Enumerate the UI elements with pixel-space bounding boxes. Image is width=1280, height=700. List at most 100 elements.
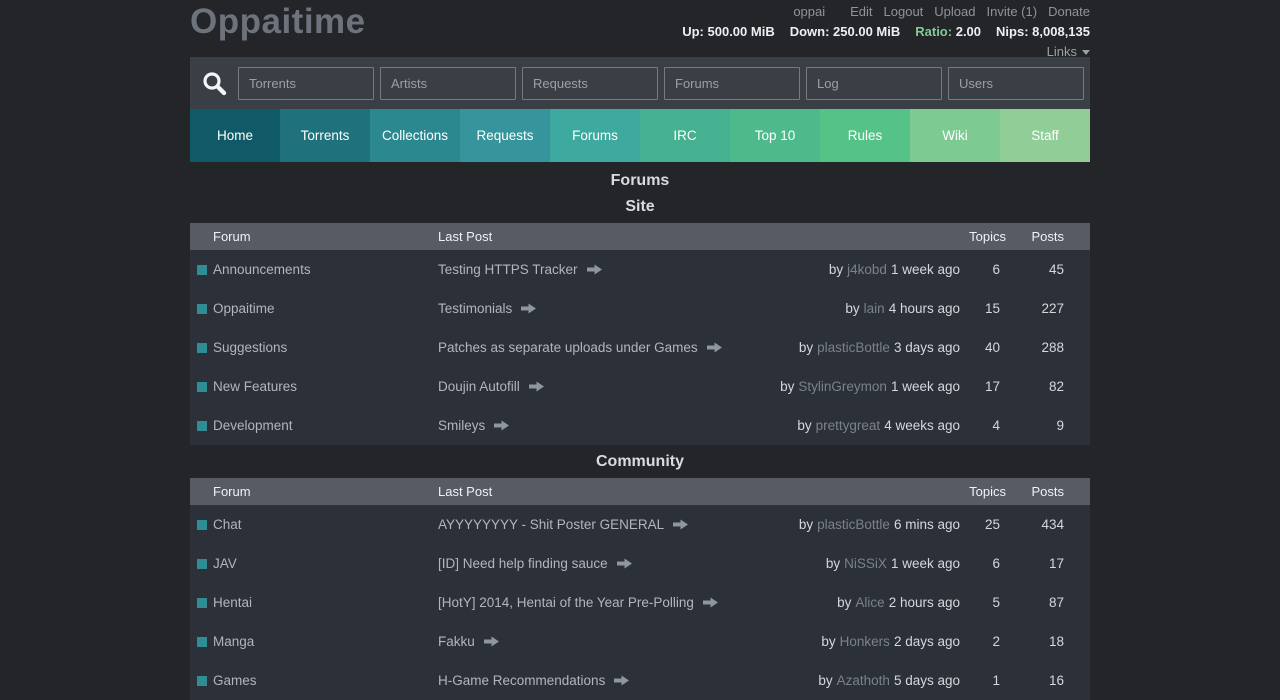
nav-tab-forums[interactable]: Forums xyxy=(550,109,640,162)
links-dropdown[interactable]: Links xyxy=(682,44,1090,60)
forum-link[interactable]: Oppaitime xyxy=(213,301,275,316)
header-link-donate[interactable]: Donate xyxy=(1048,4,1090,19)
last-post-author-link[interactable]: lain xyxy=(864,301,885,316)
header-right: oppai Edit Logout Upload Invite (1) Donate Up… xyxy=(682,4,1090,60)
nav-tab-irc[interactable]: IRC xyxy=(640,109,730,162)
last-post-link[interactable]: Patches as separate uploads under Games xyxy=(438,340,698,355)
last-post-cell: Doujin Autofill by StylinGreymon 1 week ago xyxy=(438,379,960,394)
last-post-link[interactable]: Testing HTTPS Tracker xyxy=(438,262,578,277)
nav-tab-top-10[interactable]: Top 10 xyxy=(730,109,820,162)
posts-count: 227 xyxy=(1041,301,1064,316)
forum-link[interactable]: Hentai xyxy=(213,595,252,610)
posts-count: 17 xyxy=(1048,556,1064,571)
last-post-author-link[interactable]: plasticBottle xyxy=(817,340,890,355)
last-post-author-link[interactable]: Honkers xyxy=(840,634,890,649)
last-post-link[interactable]: Fakku xyxy=(438,634,475,649)
by-label: by xyxy=(818,673,833,688)
username-link[interactable]: oppai xyxy=(793,4,825,19)
search-input-forums[interactable] xyxy=(664,66,800,100)
forum-link[interactable]: Manga xyxy=(213,634,254,649)
last-post-byline: by Alice 2 hours ago xyxy=(837,595,960,610)
go-to-post-arrow-icon[interactable] xyxy=(706,342,722,353)
last-post-author-link[interactable]: j4kobd xyxy=(847,262,887,277)
search-input-requests[interactable] xyxy=(522,66,658,100)
forum-link[interactable]: JAV xyxy=(213,556,237,571)
search-input-torrents[interactable] xyxy=(238,66,374,100)
user-links: oppai Edit Logout Upload Invite (1) Donate xyxy=(682,4,1090,20)
nav-tab-staff[interactable]: Staff xyxy=(1000,109,1090,162)
last-post-time: 1 week ago xyxy=(890,379,960,394)
topics-count: 6 xyxy=(992,556,1000,571)
header-link-invite-1[interactable]: Invite (1) xyxy=(987,4,1038,19)
forum-link[interactable]: Suggestions xyxy=(213,340,287,355)
forum-row-announcements: Announcements Testing HTTPS Tracker by j4ko… xyxy=(190,250,1090,289)
go-to-post-arrow-icon[interactable] xyxy=(616,558,632,569)
section-title-site: Site xyxy=(625,198,655,215)
last-post-link[interactable]: Testimonials xyxy=(438,301,512,316)
links-dropdown-label[interactable]: Links xyxy=(1047,44,1077,59)
last-post-cell: Testimonials by lain 4 hours ago xyxy=(438,301,960,316)
forum-link[interactable]: Development xyxy=(213,418,293,433)
last-post-author-link[interactable]: prettygreat xyxy=(816,418,881,433)
forum-table-community: Forum Last Post Topics Posts Chat AYYYYYYYY -… xyxy=(190,478,1090,700)
go-to-post-arrow-icon[interactable] xyxy=(702,597,718,608)
forum-table-site: Forum Last Post Topics Posts Announcements Te… xyxy=(190,223,1090,445)
nav-tab-rules[interactable]: Rules xyxy=(820,109,910,162)
unread-indicator-icon xyxy=(197,303,207,314)
search-input-users[interactable] xyxy=(948,66,1084,100)
forum-link[interactable]: Chat xyxy=(213,517,242,532)
last-post-link[interactable]: H-Game Recommendations xyxy=(438,673,605,688)
nav-tab-collections[interactable]: Collections xyxy=(370,109,460,162)
topics-count: 15 xyxy=(984,301,1000,316)
header-link-edit[interactable]: Edit xyxy=(850,4,872,19)
topics-count: 40 xyxy=(984,340,1000,355)
last-post-link[interactable]: Doujin Autofill xyxy=(438,379,520,394)
stat-label: Nips: xyxy=(996,24,1029,40)
search-input-artists[interactable] xyxy=(380,66,516,100)
last-post-left: Patches as separate uploads under Games xyxy=(438,340,722,355)
last-post-cell: [HotY] 2014, Hentai of the Year Pre-Poll… xyxy=(438,595,960,610)
site-logo[interactable]: Oppaitime xyxy=(190,2,366,42)
last-post-left: Doujin Autofill xyxy=(438,379,544,394)
go-to-post-arrow-icon[interactable] xyxy=(586,264,602,275)
nav-tab-home[interactable]: Home xyxy=(190,109,280,162)
last-post-link[interactable]: Smileys xyxy=(438,418,485,433)
last-post-author-link[interactable]: Azathoth xyxy=(837,673,890,688)
last-post-author-link[interactable]: StylinGreymon xyxy=(798,379,887,394)
nav-tab-requests[interactable]: Requests xyxy=(460,109,550,162)
forum-row-oppaitime: Oppaitime Testimonials by lain 4 hours ago 15… xyxy=(190,289,1090,328)
last-post-link[interactable]: [HotY] 2014, Hentai of the Year Pre-Poll… xyxy=(438,595,694,610)
last-post-author-link[interactable]: NiSSiX xyxy=(844,556,887,571)
go-to-post-arrow-icon[interactable] xyxy=(494,420,510,431)
search-input-log[interactable] xyxy=(806,66,942,100)
last-post-link[interactable]: [ID] Need help finding sauce xyxy=(438,556,608,571)
stat-label: Ratio: xyxy=(915,24,953,40)
go-to-post-arrow-icon[interactable] xyxy=(483,636,499,647)
go-to-post-arrow-icon[interactable] xyxy=(521,303,537,314)
header-link-logout[interactable]: Logout xyxy=(884,4,924,19)
go-to-post-arrow-icon[interactable] xyxy=(614,675,630,686)
column-header-posts: Posts xyxy=(1031,229,1064,244)
last-post-time: 1 week ago xyxy=(890,262,960,277)
go-to-post-arrow-icon[interactable] xyxy=(528,381,544,392)
last-post-link[interactable]: AYYYYYYYY - Shit Poster GENERAL xyxy=(438,517,664,532)
search-bar xyxy=(190,57,1090,109)
forum-link[interactable]: New Features xyxy=(213,379,297,394)
stat-value: 500.00 MiB xyxy=(707,24,775,40)
search-bar-fields xyxy=(238,66,1084,100)
nav-tab-wiki[interactable]: Wiki xyxy=(910,109,1000,162)
forum-link[interactable]: Announcements xyxy=(213,262,311,277)
last-post-author-link[interactable]: Alice xyxy=(855,595,884,610)
header-link-upload[interactable]: Upload xyxy=(934,4,975,19)
last-post-cell: Fakku by Honkers 2 days ago xyxy=(438,634,960,649)
table-header-row: Forum Last Post Topics Posts xyxy=(190,478,1090,505)
by-label: by xyxy=(821,634,836,649)
forum-cell: JAV xyxy=(190,556,438,571)
table-header-row: Forum Last Post Topics Posts xyxy=(190,223,1090,250)
last-post-author-link[interactable]: plasticBottle xyxy=(817,517,890,532)
nav-tab-torrents[interactable]: Torrents xyxy=(280,109,370,162)
forum-link[interactable]: Games xyxy=(213,673,257,688)
go-to-post-arrow-icon[interactable] xyxy=(673,519,689,530)
forum-cell: Announcements xyxy=(190,262,438,277)
last-post-cell: Patches as separate uploads under Games b… xyxy=(438,340,960,355)
